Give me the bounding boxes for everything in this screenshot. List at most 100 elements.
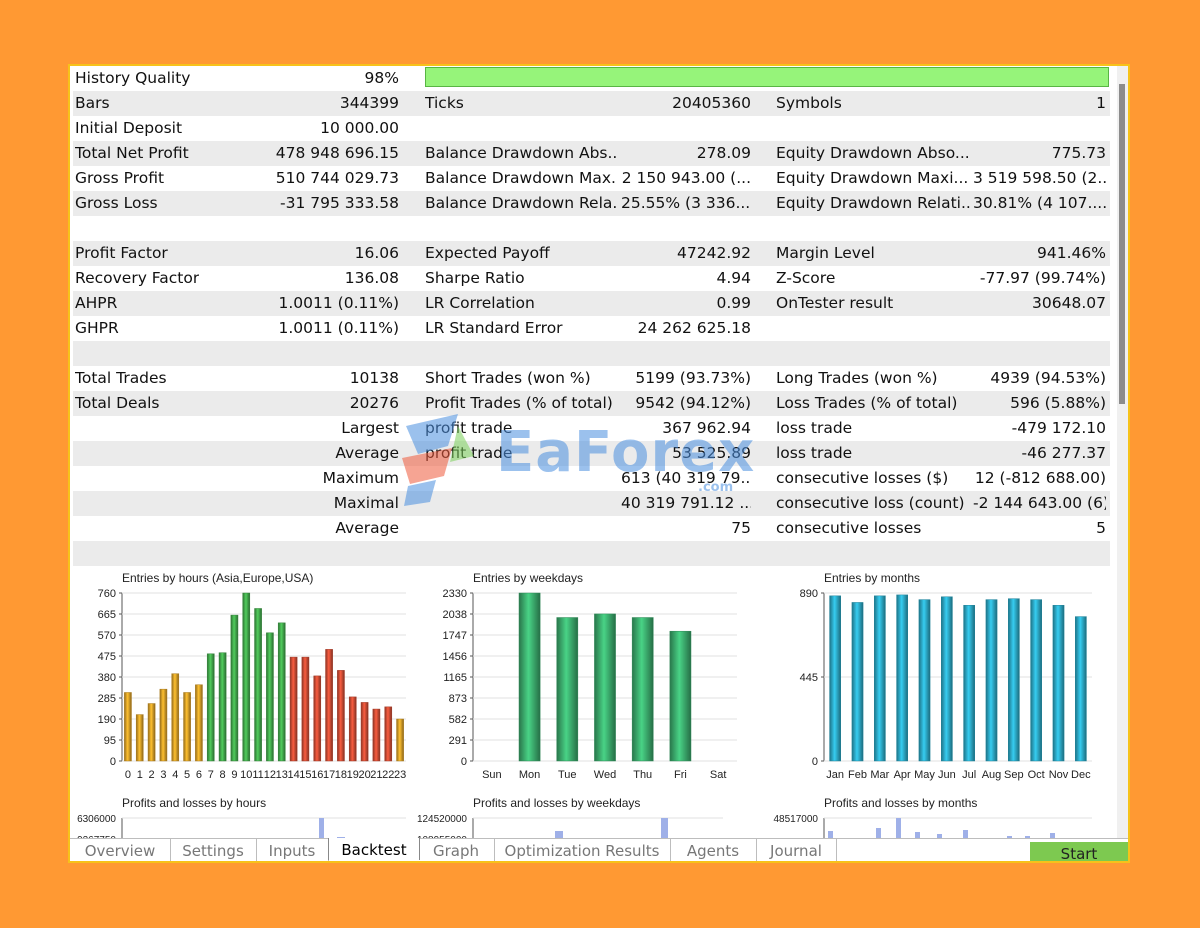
bar [963, 605, 975, 762]
bar [874, 595, 886, 762]
stat-label-3: consecutive losses ($) [776, 469, 949, 487]
stats-row: Gross Loss -31 795 333.58 Balance Drawdown… [73, 191, 1110, 216]
start-button[interactable]: Start [1030, 842, 1128, 861]
x-tick-label: 15 [299, 769, 311, 781]
bar [183, 692, 191, 762]
bar [829, 595, 841, 762]
x-tick-label: 6 [196, 769, 202, 781]
y-tick-label: 0 [812, 756, 818, 768]
y-tick-label: 0 [110, 756, 116, 768]
stat-value-3: -2 144 643.00 (6) [973, 494, 1106, 512]
stat-value-1: -31 795 333.58 [280, 194, 399, 212]
tab-optimization-results[interactable]: Optimization Results [494, 839, 671, 861]
x-tick-label: 8 [220, 769, 226, 781]
bar [301, 656, 310, 762]
x-tick-label: 23 [394, 769, 406, 781]
bar [147, 703, 156, 762]
x-tick-label: 18 [335, 769, 347, 781]
x-tick-label: Nov [1049, 769, 1069, 781]
y-tick-label: 2038 [443, 609, 467, 621]
bar [360, 702, 369, 762]
stat-value-3: 30.81% (4 107.... [973, 194, 1106, 212]
stat-label-2: profit trade [425, 419, 513, 437]
y-tick-label: 1165 [443, 672, 467, 684]
y-tick-label: 6306000 [77, 814, 116, 825]
x-tick-label: Jul [962, 769, 976, 781]
tab-journal[interactable]: Journal [756, 839, 837, 861]
tab-overview[interactable]: Overview [70, 839, 171, 861]
stat-label-2: Balance Drawdown Rela... [425, 194, 617, 212]
x-tick-label: Dec [1071, 769, 1091, 781]
y-tick-label: 285 [98, 693, 116, 705]
stat-value-3: -46 277.37 [1021, 444, 1106, 462]
stat-value-1: 344399 [339, 94, 399, 112]
stat-value-3: 941.46% [1037, 244, 1106, 262]
x-tick-label: 7 [208, 769, 214, 781]
stat-value-1: 136.08 [344, 269, 399, 287]
stats-row: Maximal 40 319 791.12 ... consecutive loss… [73, 491, 1110, 516]
tab-agents[interactable]: Agents [670, 839, 757, 861]
x-tick-label: 4 [172, 769, 178, 781]
bar [941, 596, 953, 762]
x-tick-label: Tue [558, 769, 577, 781]
bar [277, 622, 286, 762]
stat-value-1: 510 744 029.73 [275, 169, 399, 187]
tester-report-panel: History Quality 98% Bars 344399 Ticks 20405… [68, 64, 1130, 863]
stats-row [73, 541, 1110, 566]
y-tick-label: 445 [800, 672, 818, 684]
x-tick-label: 3 [160, 769, 166, 781]
stats-row: Largest profit trade 367 962.94 loss trade -… [73, 416, 1110, 441]
stat-label-2: Ticks [425, 94, 464, 112]
row-group-label: Largest [341, 419, 399, 437]
scrollbar-thumb[interactable] [1119, 84, 1125, 404]
x-tick-label: Oct [1028, 769, 1045, 781]
x-tick-label: 19 [347, 769, 359, 781]
y-tick-label: 873 [449, 693, 467, 705]
y-tick-label: 1747 [443, 630, 467, 642]
y-tick-label: 291 [449, 735, 467, 747]
bar [289, 656, 298, 762]
stat-value-3: -77.97 (99.74%) [979, 269, 1106, 287]
x-tick-label: Wed [594, 769, 616, 781]
bar [918, 599, 931, 762]
bar [896, 594, 908, 762]
stat-value-2: 9542 (94.12%) [635, 394, 751, 412]
x-tick-label: 12 [264, 769, 276, 781]
stat-label-1: AHPR [75, 294, 118, 312]
x-tick-label: Thu [633, 769, 652, 781]
stat-label-1: Recovery Factor [75, 269, 200, 287]
stat-label-2: profit trade [425, 444, 513, 462]
x-tick-label: Feb [848, 769, 867, 781]
stat-value-2: 613 (40 319 79... [621, 469, 751, 487]
stat-value-3: 4939 (94.53%) [990, 369, 1106, 387]
x-tick-label: Sat [710, 769, 727, 781]
stats-row: Bars 344399 Ticks 20405360 Symbols 1 [73, 91, 1110, 116]
stat-label-3: Symbols [776, 94, 842, 112]
bar [218, 652, 227, 762]
stat-value-2: 367 962.94 [662, 419, 751, 437]
vertical-scrollbar[interactable] [1117, 66, 1128, 838]
x-tick-label: 20 [358, 769, 370, 781]
tab-inputs[interactable]: Inputs [256, 839, 329, 861]
history-quality-label: History Quality [75, 69, 191, 87]
row-group-label: Maximum [322, 469, 399, 487]
tab-settings[interactable]: Settings [170, 839, 257, 861]
stat-label-3: Equity Drawdown Maxi... [776, 169, 969, 187]
stat-value-3: 596 (5.88%) [1010, 394, 1106, 412]
stat-value-2: 5199 (93.73%) [635, 369, 751, 387]
bar [518, 592, 541, 762]
tab-graph[interactable]: Graph [418, 839, 495, 861]
stat-label-3: loss trade [776, 419, 853, 437]
stat-value-2: 53 525.89 [672, 444, 751, 462]
x-tick-label: Jan [826, 769, 844, 781]
stat-label-1: Gross Loss [75, 194, 158, 212]
stats-table: History Quality 98% Bars 344399 Ticks 20405… [73, 66, 1110, 566]
y-tick-label: 1456 [443, 651, 467, 663]
tab-backtest[interactable]: Backtest [328, 838, 420, 860]
bar [631, 617, 654, 762]
stat-value-1: 20276 [349, 394, 399, 412]
stat-label-1: Total Deals [75, 394, 160, 412]
chart-title: Profits and losses by weekdays [473, 796, 640, 810]
bar [319, 818, 324, 838]
x-tick-label: 2 [149, 769, 155, 781]
